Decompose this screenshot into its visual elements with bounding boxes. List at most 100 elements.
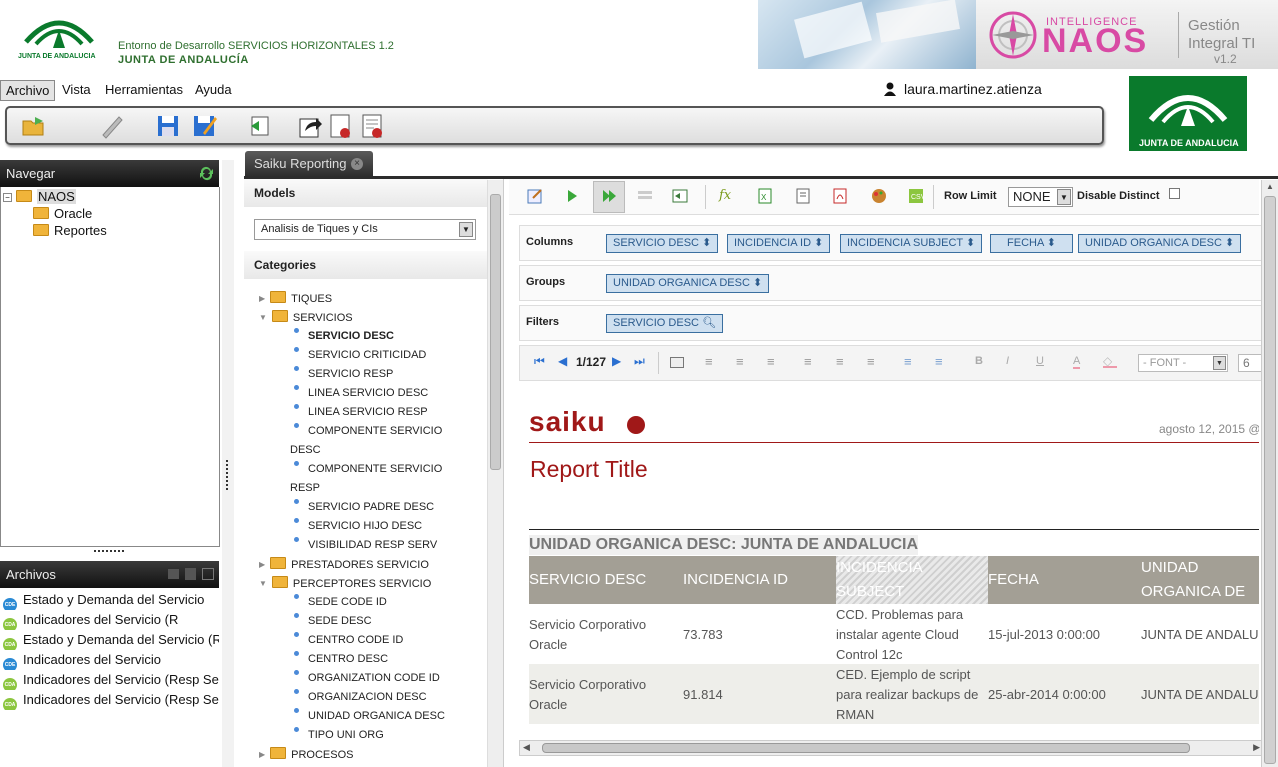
file-item[interactable]: CDE Estado y Demanda del Servicio (3, 590, 219, 610)
category-field-wrap[interactable]: DESC (290, 441, 321, 460)
sidebar-scrollbar[interactable] (487, 180, 503, 767)
tree-node-oracle[interactable]: Oracle (33, 205, 92, 222)
category-field[interactable]: UNIDAD ORGANICA DESC (294, 707, 445, 726)
font-color-icon[interactable]: A (1073, 355, 1081, 369)
collapsed-arrow-icon[interactable]: ▶ (259, 294, 265, 303)
tree-node-reportes[interactable]: Reportes (33, 222, 107, 239)
last-page-icon[interactable]: ⏭ (634, 354, 645, 369)
user-name[interactable]: laura.martinez.atienza (904, 81, 1042, 97)
file-item[interactable]: CDA Indicadores del Servicio (Resp Ser (3, 670, 219, 690)
expanded-arrow-icon[interactable]: ▼ (259, 579, 267, 588)
category-field-wrap[interactable]: RESP (290, 479, 320, 498)
save-icon[interactable] (155, 113, 181, 139)
scroll-left-icon[interactable]: ◀ (523, 742, 530, 753)
run-icon[interactable] (564, 188, 580, 204)
category-folder[interactable]: ▼ SERVICIOS (259, 308, 353, 327)
category-field[interactable]: VISIBILIDAD RESP SERV (294, 536, 437, 555)
file-item[interactable]: CDA Indicadores del Servicio (Resp Ser (3, 690, 219, 710)
sort-icon[interactable]: ⬍ (753, 277, 762, 289)
column-pill[interactable]: UNIDAD ORGANICA DESC ⬍ (1078, 234, 1242, 253)
export-xls-icon[interactable]: X (757, 188, 773, 204)
group-pill[interactable]: UNIDAD ORGANICA DESC ⬍ (606, 274, 770, 293)
category-field[interactable]: LINEA SERVICIO RESP (294, 403, 428, 422)
magnifier-icon[interactable]: 🔍︎ (702, 317, 716, 329)
category-field[interactable]: CENTRO CODE ID (294, 631, 403, 650)
chevron-down-icon[interactable]: ▼ (1057, 189, 1071, 205)
category-field[interactable]: SEDE CODE ID (294, 593, 387, 612)
tree-node-naos[interactable]: − NAOS (3, 188, 76, 205)
save-as-icon[interactable] (191, 113, 217, 139)
sort-icon[interactable]: ⬍ (702, 237, 711, 249)
report-chart-icon[interactable] (359, 113, 385, 139)
scroll-thumb[interactable] (542, 743, 1190, 753)
category-folder[interactable]: ▶ PROCESOS (259, 745, 354, 764)
export-csv-green-icon[interactable]: CSV (908, 188, 924, 204)
category-folder[interactable]: ▶ TIQUES (259, 289, 332, 308)
scroll-up-icon[interactable]: ▲ (1266, 182, 1274, 191)
row-limit-select[interactable]: NONE ▼ (1008, 187, 1073, 207)
list-view-icon[interactable] (202, 568, 214, 580)
outdent-icon[interactable]: ≡ (935, 354, 943, 369)
category-field[interactable]: SERVICIO HIJO DESC (294, 517, 422, 536)
refresh-icon[interactable] (199, 166, 214, 181)
collapsed-arrow-icon[interactable]: ▶ (259, 750, 265, 759)
category-field[interactable]: ORGANIZATION CODE ID (294, 669, 440, 688)
valign-middle-icon[interactable]: ≡ (836, 354, 844, 369)
column-pill[interactable]: INCIDENCIA ID ⬍ (727, 234, 831, 253)
category-folder[interactable]: ▼ PERCEPTORES SERVICIO (259, 574, 431, 593)
column-pill[interactable]: INCIDENCIA SUBJECT ⬍ (840, 234, 983, 253)
category-field[interactable]: CENTRO DESC (294, 650, 388, 669)
column-pill[interactable]: FECHA ⬍ (990, 234, 1073, 253)
category-folder[interactable]: ▶ PRESTADORES SERVICIO (259, 555, 429, 574)
category-field[interactable]: SEDE DESC (294, 612, 372, 631)
menu-archivo[interactable]: Archivo (0, 80, 56, 101)
workspace-scrollbar[interactable]: ▲ (1261, 180, 1278, 767)
menu-herramientas[interactable]: Herramientas (100, 80, 188, 101)
scroll-thumb[interactable] (490, 194, 501, 470)
chevron-down-icon[interactable]: ▼ (1213, 356, 1226, 370)
new-query-icon[interactable] (527, 188, 543, 204)
grid-icon[interactable] (670, 357, 684, 368)
models-select[interactable]: Analisis de Tiques y CIs ▼ (254, 219, 476, 240)
column-pill[interactable]: SERVICIO DESC ⬍ (606, 234, 719, 253)
bold-icon[interactable]: B (975, 355, 983, 367)
align-center-icon[interactable]: ≡ (736, 354, 744, 369)
edit-action-icon[interactable] (185, 568, 196, 580)
resize-handle[interactable] (94, 550, 124, 554)
sort-icon[interactable]: ⬍ (1047, 237, 1056, 249)
category-field[interactable]: SERVICIO PADRE DESC (294, 498, 434, 517)
sort-icon[interactable]: ⬍ (814, 237, 823, 249)
category-field[interactable]: SERVICIO RESP (294, 365, 393, 384)
open-folder-icon[interactable] (21, 113, 47, 139)
edit-pencil-icon[interactable] (99, 113, 125, 139)
italic-icon[interactable]: I (1006, 355, 1009, 367)
folder-action-icon[interactable] (168, 569, 179, 579)
prev-page-icon[interactable]: ◀ (558, 354, 567, 368)
close-tab-icon[interactable]: × (351, 158, 363, 170)
collapse-icon[interactable]: − (3, 193, 12, 202)
layout-icon[interactable] (637, 188, 653, 204)
formula-icon[interactable]: fx (719, 188, 735, 204)
scroll-right-icon[interactable]: ▶ (1253, 742, 1260, 753)
report-icon[interactable] (327, 113, 353, 139)
theme-icon[interactable] (871, 188, 887, 204)
indent-icon[interactable]: ≡ (904, 354, 912, 369)
sort-icon[interactable]: ⬍ (966, 237, 975, 249)
collapsed-arrow-icon[interactable]: ▶ (259, 560, 265, 569)
filter-pill[interactable]: SERVICIO DESC 🔍︎ (606, 314, 724, 333)
file-item[interactable]: CDA Estado y Demanda del Servicio (R (3, 630, 219, 650)
panel-splitter[interactable] (222, 160, 234, 767)
menu-vista[interactable]: Vista (57, 80, 96, 101)
category-field[interactable]: TIPO UNI ORG (294, 726, 384, 745)
align-right-icon[interactable]: ≡ (767, 354, 775, 369)
switch-view-icon[interactable] (672, 188, 688, 204)
category-field[interactable]: ORGANIZACION DESC (294, 688, 427, 707)
export-pdf-icon[interactable] (832, 188, 848, 204)
import-icon[interactable] (247, 113, 273, 139)
underline-icon[interactable]: U (1036, 355, 1044, 367)
report-hscrollbar[interactable]: ◀ ▶ (519, 740, 1264, 756)
tab-saiku-reporting[interactable]: Saiku Reporting × (245, 151, 373, 177)
next-page-icon[interactable]: ▶ (612, 354, 621, 368)
export-csv-icon[interactable] (795, 188, 811, 204)
share-icon[interactable] (297, 113, 323, 139)
